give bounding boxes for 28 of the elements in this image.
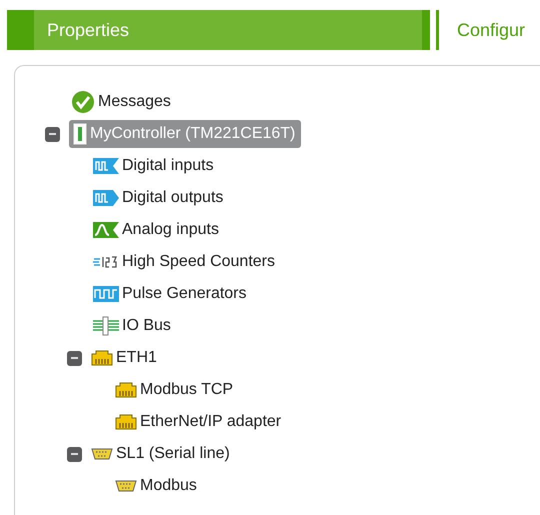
tree-item[interactable]: IO Bus <box>93 312 177 340</box>
counter-icon <box>93 254 119 270</box>
pulse-icon <box>93 286 119 302</box>
tree-item[interactable]: EtherNet/IP adapter <box>115 408 288 436</box>
tree-item[interactable]: High Speed Counters <box>93 248 281 276</box>
serial-port-icon <box>115 479 137 493</box>
collapse-icon[interactable] <box>67 350 82 366</box>
io-bus-icon <box>93 316 119 336</box>
digital-input-icon <box>93 158 119 174</box>
tree-item[interactable]: SL1 (Serial line) <box>91 440 236 468</box>
digital-output-icon <box>93 190 119 206</box>
tree-item[interactable]: Analog inputs <box>93 216 225 244</box>
tree-item[interactable]: Pulse Generators <box>93 280 253 308</box>
check-icon <box>71 90 95 114</box>
serial-port-icon <box>91 447 113 461</box>
tree-item[interactable]: Messages <box>71 88 177 116</box>
tree-item[interactable]: Modbus TCP <box>115 376 240 404</box>
ethernet-port-icon <box>91 350 113 366</box>
ethernet-port-icon <box>115 414 137 430</box>
tree-item[interactable]: Modbus <box>115 472 203 500</box>
controller-icon <box>73 123 87 145</box>
tree-item[interactable]: ETH1 <box>91 344 163 372</box>
analog-input-icon <box>93 222 119 238</box>
ethernet-port-icon <box>115 382 137 398</box>
tree-item[interactable]: Digital outputs <box>93 184 230 212</box>
collapse-icon[interactable] <box>67 446 82 462</box>
collapse-icon[interactable] <box>45 126 60 142</box>
tree-item[interactable]: Digital inputs <box>93 152 220 180</box>
